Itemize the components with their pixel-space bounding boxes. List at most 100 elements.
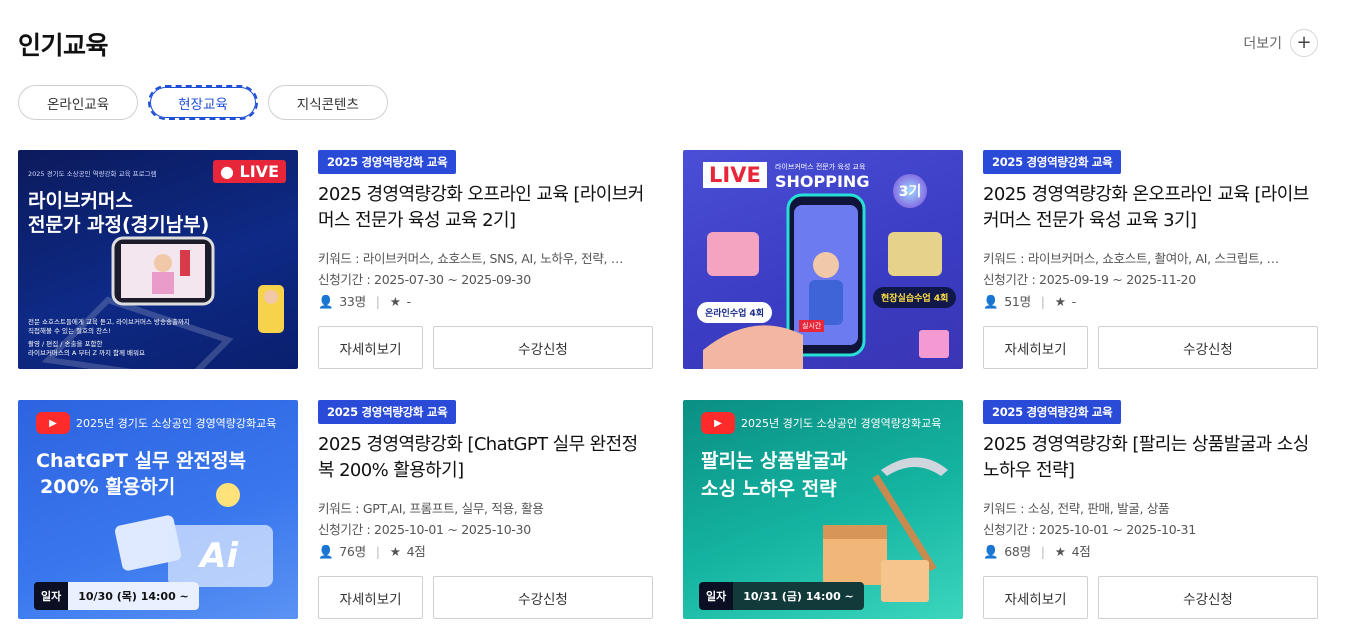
- course-period: 신청기간 : 2025-10-01 ~ 2025-10-31: [983, 522, 1196, 537]
- course-meta: 키워드 : 라이브커머스, 쇼호스트, 촬여아, AI, 스크립트, … 신청기…: [983, 248, 1318, 312]
- course-thumbnail[interactable]: ▶ 2025년 경기도 소상공인 경영역량강화교육 ChatGPT 실무 완전정…: [18, 400, 298, 619]
- divider: |: [375, 544, 380, 559]
- divider: |: [1040, 294, 1045, 309]
- play-icon: ▶: [36, 412, 70, 434]
- play-icon: ▶: [701, 412, 735, 434]
- course-period: 신청기간 : 2025-10-01 ~ 2025-10-30: [318, 522, 531, 537]
- enrolled-count: 33명: [339, 294, 366, 309]
- rating-value: -: [1071, 294, 1077, 309]
- detail-button[interactable]: 자세히보기: [318, 326, 423, 369]
- course-keywords: 키워드 : 라이브커머스, 쇼호스트, 촬여아, AI, 스크립트, …: [983, 251, 1279, 266]
- star-icon: ★: [1054, 544, 1066, 559]
- course-meta: 키워드 : GPT,AI, 프롬프트, 실무, 적용, 활용 신청기간 : 20…: [318, 498, 653, 562]
- date-value: 10/30 (목) 14:00 ~: [68, 582, 199, 610]
- star-icon: ★: [389, 544, 401, 559]
- apply-button[interactable]: 수강신청: [433, 326, 653, 369]
- apply-button[interactable]: 수강신청: [1098, 576, 1318, 619]
- live-label: LIVE: [239, 162, 279, 181]
- online-class-tag: 온라인수업 4회: [697, 302, 773, 323]
- course-actions: 자세히보기 수강신청: [318, 576, 653, 619]
- realtime-tag: 실시간: [799, 320, 825, 332]
- rating-value: 4점: [1071, 544, 1091, 559]
- course-title[interactable]: 2025 경영역량강화 [ChatGPT 실무 완전정복 200% 활용하기]: [318, 432, 653, 484]
- thumb-headline-2: 소싱 노하우 전략: [701, 478, 837, 500]
- course-actions: 자세히보기 수강신청: [318, 326, 653, 369]
- shopping-label: SHOPPING: [775, 172, 870, 191]
- course-title[interactable]: 2025 경영역량강화 오프라인 교육 [라이브커머스 전문가 육성 교육 2기…: [318, 182, 653, 234]
- apply-button[interactable]: 수강신청: [433, 576, 653, 619]
- course-title[interactable]: 2025 경영역량강화 온오프라인 교육 [라이브커머스 전문가 육성 교육 3…: [983, 182, 1318, 234]
- category-tabs: 온라인교육 현장교육 지식콘텐츠: [18, 85, 388, 120]
- field-class-tag: 현장실습수업 4회: [873, 287, 957, 308]
- course-info: 2025 경영역량강화 교육 2025 경영역량강화 오프라인 교육 [라이브커…: [318, 150, 653, 369]
- thumb-subtitle: 라이브커머스 전문가 육성 교육: [775, 163, 866, 171]
- course-info: 2025 경영역량강화 교육 2025 경영역량강화 [팔리는 상품발굴과 소싱…: [983, 400, 1318, 619]
- more-link[interactable]: 더보기 +: [1243, 29, 1318, 57]
- star-icon: ★: [389, 294, 401, 309]
- course-stats: 👤 76명 | ★ 4점: [318, 541, 653, 562]
- thumb-top-text: 2025 경기도 소상공인 역량강화 교육 프로그램: [28, 170, 157, 178]
- enrolled-count: 68명: [1004, 544, 1031, 559]
- detail-button[interactable]: 자세히보기: [318, 576, 423, 619]
- thumb-headline-1: 라이브커머스: [28, 190, 133, 212]
- rating-value: 4점: [406, 544, 426, 559]
- date-label: 일자: [34, 582, 69, 610]
- course-thumbnail[interactable]: LIVE SHOPPING 라이브커머스 전문가 육성 교육 3기 온라인수업 …: [683, 150, 963, 369]
- divider: |: [375, 294, 380, 309]
- course-card: ▶ 2025년 경기도 소상공인 경영역량강화교육 ChatGPT 실무 완전정…: [18, 400, 653, 619]
- thumb-desc-2: 직접해볼 수 있는 절호의 찬스!: [28, 327, 111, 335]
- course-meta: 키워드 : 소싱, 전략, 판매, 발굴, 상품 신청기간 : 2025-10-…: [983, 498, 1318, 562]
- tab-online[interactable]: 온라인교육: [18, 85, 139, 120]
- more-label[interactable]: 더보기: [1243, 33, 1282, 53]
- divider: |: [1040, 544, 1045, 559]
- course-keywords: 키워드 : 소싱, 전략, 판매, 발굴, 상품: [983, 501, 1170, 516]
- course-card: LIVE SHOPPING 라이브커머스 전문가 육성 교육 3기 온라인수업 …: [683, 150, 1318, 369]
- enrolled-count: 51명: [1004, 294, 1031, 309]
- thumb-top-text: 2025년 경기도 소상공인 경영역량강화교육: [741, 417, 942, 430]
- course-badge: 2025 경영역량강화 교육: [983, 400, 1122, 424]
- course-title[interactable]: 2025 경영역량강화 [팔리는 상품발굴과 소싱 노하우 전략]: [983, 432, 1318, 484]
- tab-field[interactable]: 현장교육: [148, 85, 258, 120]
- course-badge: 2025 경영역량강화 교육: [318, 400, 457, 424]
- course-actions: 자세히보기 수강신청: [983, 326, 1318, 369]
- date-pill: 일자 10/30 (목) 14:00 ~: [34, 582, 199, 610]
- course-stats: 👤 68명 | ★ 4점: [983, 541, 1318, 562]
- course-thumbnail[interactable]: 2025 경기도 소상공인 역량강화 교육 프로그램 ● LIVE 라이브커머스…: [18, 150, 298, 369]
- date-pill: 일자 10/31 (금) 14:00 ~: [699, 582, 864, 610]
- plus-icon[interactable]: +: [1290, 29, 1318, 57]
- course-info: 2025 경영역량강화 교육 2025 경영역량강화 [ChatGPT 실무 완…: [318, 400, 653, 619]
- course-card: ▶ 2025년 경기도 소상공인 경영역량강화교육 팔리는 상품발굴과 소싱 노…: [683, 400, 1318, 619]
- course-keywords: 키워드 : 라이브커머스, 쇼호스트, SNS, AI, 노하우, 전략, …: [318, 251, 624, 266]
- thumb-desc-4: 라이브커머스의 A 부터 Z 까지 함께 배워요: [28, 349, 145, 357]
- person-icon: 👤: [318, 544, 334, 559]
- course-period: 신청기간 : 2025-09-19 ~ 2025-11-20: [983, 272, 1196, 287]
- ai-label: Ai: [200, 536, 238, 576]
- thumb-headline-2: 전문가 과정(경기남부): [28, 214, 210, 236]
- date-value: 10/31 (금) 14:00 ~: [733, 582, 864, 610]
- live-badge: ● LIVE: [213, 160, 286, 183]
- thumb-headline-1: 팔리는 상품발굴과: [701, 450, 848, 472]
- course-period: 신청기간 : 2025-07-30 ~ 2025-09-30: [318, 272, 531, 287]
- course-stats: 👤 33명 | ★ -: [318, 291, 653, 312]
- detail-button[interactable]: 자세히보기: [983, 576, 1088, 619]
- course-thumbnail[interactable]: ▶ 2025년 경기도 소상공인 경영역량강화교육 팔리는 상품발굴과 소싱 노…: [683, 400, 963, 619]
- apply-button[interactable]: 수강신청: [1098, 326, 1318, 369]
- thumb-headline-2: 200% 활용하기: [40, 476, 176, 498]
- person-icon: 👤: [318, 294, 334, 309]
- course-meta: 키워드 : 라이브커머스, 쇼호스트, SNS, AI, 노하우, 전략, … …: [318, 248, 653, 312]
- tab-knowledge[interactable]: 지식콘텐츠: [267, 85, 388, 120]
- course-actions: 자세히보기 수강신청: [983, 576, 1318, 619]
- course-info: 2025 경영역량강화 교육 2025 경영역량강화 온오프라인 교육 [라이브…: [983, 150, 1318, 369]
- generation-badge: 3기: [893, 174, 927, 208]
- person-icon: 👤: [983, 544, 999, 559]
- rating-value: -: [406, 294, 412, 309]
- course-card: 2025 경기도 소상공인 역량강화 교육 프로그램 ● LIVE 라이브커머스…: [18, 150, 653, 369]
- course-keywords: 키워드 : GPT,AI, 프롬프트, 실무, 적용, 활용: [318, 501, 544, 516]
- detail-button[interactable]: 자세히보기: [983, 326, 1088, 369]
- thumb-headline-1: ChatGPT 실무 완전정복: [36, 450, 246, 472]
- live-badge: LIVE: [703, 162, 767, 188]
- course-badge: 2025 경영역량강화 교육: [983, 150, 1122, 174]
- person-icon: 👤: [983, 294, 999, 309]
- star-icon: ★: [1054, 294, 1066, 309]
- course-badge: 2025 경영역량강화 교육: [318, 150, 457, 174]
